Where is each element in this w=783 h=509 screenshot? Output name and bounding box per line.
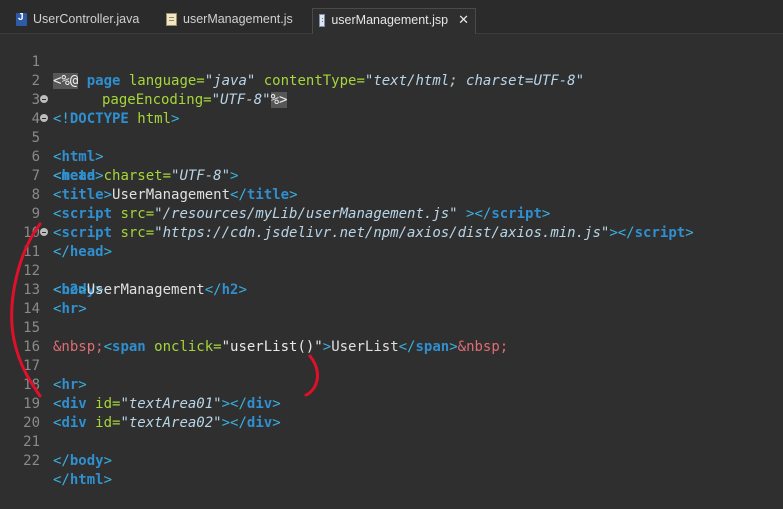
code-line: 5 <head> <box>0 110 783 184</box>
tab-label: UserController.java <box>33 12 140 26</box>
tab-label: userManagement.js <box>183 12 293 26</box>
fold-toggle-icon[interactable] <box>40 228 48 236</box>
tab-label: userManagement.jsp <box>331 13 449 27</box>
code-line: 20 <box>0 395 783 431</box>
tab-usermanagement-jsp[interactable]: userManagement.jsp ✕ <box>312 8 476 34</box>
code-line: 22 </html> <box>0 433 783 488</box>
code-line: 19 <div id="textArea02"></div> <box>0 376 783 431</box>
code-line: 6 <meta charset="UTF-8"> <box>0 129 783 184</box>
code-line: 10 </head> <box>0 205 783 260</box>
code-line: 4 <html> <box>0 91 783 165</box>
code-line: 18 <div id="textArea01"></div> <box>0 357 783 412</box>
code-line: 3 <!DOCTYPE html> <box>0 72 783 127</box>
code-line: 15 &nbsp;<span onclick="userList()">User… <box>0 300 783 355</box>
close-icon[interactable]: ✕ <box>458 13 469 28</box>
tab-usercontroller-java[interactable]: UserController.java <box>10 8 145 34</box>
fold-toggle-icon[interactable] <box>40 95 48 103</box>
code-text: </body> <box>53 453 113 469</box>
js-file-icon <box>166 13 177 26</box>
code-line: 7 <title>UserManagement</title> <box>0 148 783 203</box>
code-editor[interactable]: 1 <%@ page language="java" contentType="… <box>0 34 783 492</box>
java-file-icon <box>16 12 27 26</box>
code-line: 11 <body> <box>0 224 783 298</box>
editor-tab-bar: UserController.java userManagement.js us… <box>0 0 783 34</box>
tab-usermanagement-js[interactable]: userManagement.js <box>160 8 299 34</box>
code-line: 16 <box>0 319 783 355</box>
code-line: 8 <script src="/resources/myLib/userMana… <box>0 167 783 222</box>
code-line: 2 pageEncoding="UTF-8"%> <box>0 53 783 108</box>
jsp-file-icon <box>319 14 326 27</box>
code-line: 12 <h2>UserManagement</h2> <box>0 243 783 298</box>
code-line: 1 <%@ page language="java" contentType="… <box>0 34 783 89</box>
code-line: 21 </body> <box>0 414 783 469</box>
fold-toggle-icon[interactable] <box>40 114 48 122</box>
line-number: 22 <box>23 453 40 469</box>
code-line: 9 <script src="https://cdn.jsdelivr.net/… <box>0 186 783 241</box>
code-line: 14 <box>0 281 783 317</box>
code-line: 17 <hr> <box>0 338 783 393</box>
code-text: </html> <box>53 472 113 488</box>
code-line: 13 <hr> <box>0 262 783 317</box>
